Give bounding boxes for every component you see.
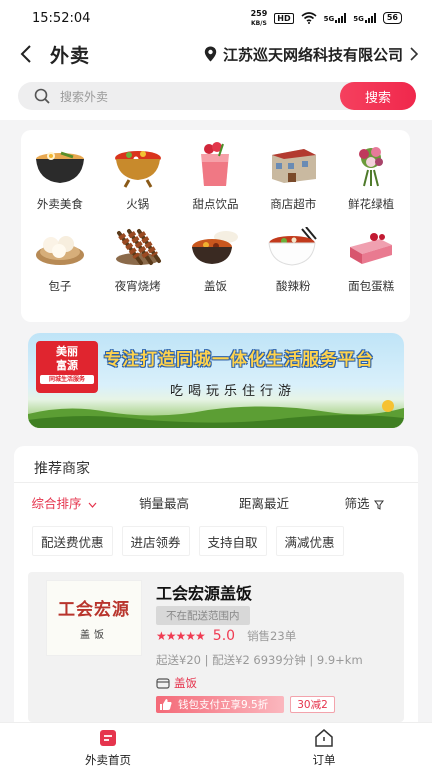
status-time: 15:52:04 xyxy=(32,10,91,26)
shop-category: 盖饭 xyxy=(156,675,197,691)
map-pin-icon xyxy=(204,46,217,62)
signal-1: 5G xyxy=(324,13,347,23)
shop-name: 工会宏源盖饭 xyxy=(156,584,253,603)
monthly-sales: 销售23单 xyxy=(247,629,297,643)
filter-chips: 配送费优惠 进店领券 支持自取 满减优惠 xyxy=(32,526,344,556)
hd-badge: HD xyxy=(274,12,294,24)
spicy-noodles-icon xyxy=(266,224,320,270)
location-selector[interactable]: 江苏巡天网络科技有限公司 xyxy=(204,44,418,65)
hotpot-icon xyxy=(111,142,165,188)
sort-tab-sales[interactable]: 销量最高 xyxy=(114,493,214,512)
rating-row: ★★★★★ 5.0 销售23单 xyxy=(156,628,296,644)
search-input[interactable]: 搜索外卖 搜索 xyxy=(18,82,416,110)
chip-full-reduction[interactable]: 满减优惠 xyxy=(275,526,344,556)
shop-card[interactable]: 工会宏源 盖饭 工会宏源盖饭 不在配送范围内 ★★★★★ 5.0 销售23单 起… xyxy=(28,572,404,722)
steamed-bun-icon xyxy=(33,224,87,270)
order-house-icon xyxy=(315,729,333,747)
banner-subtitle: 吃喝玩乐住行游 xyxy=(170,384,297,399)
home-doc-icon xyxy=(100,730,116,746)
category-label: 甜点饮品 xyxy=(192,197,239,211)
category-label: 夜宵烧烤 xyxy=(114,279,161,293)
category-item-flowers[interactable]: 鲜花绿植 xyxy=(332,142,410,212)
nav-orders[interactable]: 订单 xyxy=(216,723,432,768)
category-item-food[interactable]: 外卖美食 xyxy=(21,142,99,212)
chevron-down-icon xyxy=(88,502,96,508)
category-item-spicy-noodles[interactable]: 酸辣粉 xyxy=(254,224,332,294)
category-item-rice[interactable]: 盖饭 xyxy=(177,224,255,294)
status-bar: 15:52:04 259 KB/S HD 5G 5G 56 xyxy=(0,0,432,36)
category-item-bakery[interactable]: 面包蛋糕 xyxy=(332,224,410,294)
location-text: 江苏巡天网络科技有限公司 xyxy=(222,45,403,64)
search-icon xyxy=(34,88,50,104)
category-label: 酸辣粉 xyxy=(276,279,311,293)
chip-delivery-discount[interactable]: 配送费优惠 xyxy=(32,526,113,556)
chevron-right-icon xyxy=(410,47,418,61)
full-reduction-badge: 30减2 xyxy=(290,696,335,713)
category-item-buns[interactable]: 包子 xyxy=(21,224,99,294)
chip-coupon[interactable]: 进店领券 xyxy=(121,526,190,556)
app-header: 外卖 江苏巡天网络科技有限公司 xyxy=(0,36,432,72)
search-row: 搜索外卖 搜索 xyxy=(0,72,432,120)
banner-logo: 美丽 富源 同城生活服务 xyxy=(36,341,98,393)
page-title: 外卖 xyxy=(50,44,91,67)
signal-2: 5G xyxy=(353,13,376,23)
bottom-nav: 外卖首页 订单 xyxy=(0,722,432,768)
shop-logo-image: 工会宏源 盖饭 xyxy=(46,580,142,656)
flower-bouquet-icon xyxy=(344,142,398,188)
nav-takeout-home[interactable]: 外卖首页 xyxy=(0,723,216,768)
category-label: 鲜花绿植 xyxy=(348,197,395,211)
drink-cup-icon xyxy=(188,142,242,188)
promo-banner[interactable]: 美丽 富源 同城生活服务 专注打造同城一体化生活服务平台 吃喝玩乐住行游 xyxy=(28,333,404,428)
cake-icon xyxy=(344,224,398,270)
sort-tab-filter[interactable]: 筛选 xyxy=(314,493,414,512)
sort-tabs: 综合排序 销量最高 距离最近 筛选 xyxy=(14,493,418,512)
store-icon xyxy=(266,142,320,188)
section-title: 推荐商家 xyxy=(34,461,90,477)
signal-bars-icon xyxy=(335,13,347,23)
battery-icon: 56 xyxy=(382,12,402,24)
signal-bars-icon xyxy=(364,13,376,23)
status-indicators: 259 KB/S HD 5G 5G 56 xyxy=(251,9,402,28)
star-rating-icon: ★★★★★ xyxy=(156,629,206,643)
category-label: 包子 xyxy=(48,279,72,293)
net-speed: 259 KB/S xyxy=(250,8,268,27)
promo-row: 钱包支付立享9.5折 30减2 xyxy=(156,696,335,713)
delivery-range-tag: 不在配送范围内 xyxy=(156,606,250,625)
rice-pot-icon xyxy=(188,224,242,270)
divider xyxy=(14,482,418,483)
category-label: 火锅 xyxy=(126,197,150,211)
wallet-discount-badge: 钱包支付立享9.5折 xyxy=(156,696,285,713)
skewer-icon xyxy=(111,224,165,270)
search-placeholder: 搜索外卖 xyxy=(60,89,109,104)
category-item-bbq[interactable]: 夜宵烧烤 xyxy=(99,224,177,294)
chip-self-pickup[interactable]: 支持自取 xyxy=(198,526,267,556)
category-label: 盖饭 xyxy=(203,279,227,293)
banner-landscape xyxy=(28,400,404,428)
category-label: 商店超市 xyxy=(270,197,317,211)
category-label: 面包蛋糕 xyxy=(348,279,395,293)
category-grid: 外卖美食 火锅 甜点饮品 商店超市 鲜花绿植 包子 夜宵烧烤 盖饭 酸辣粉 面包… xyxy=(21,130,410,294)
category-label: 外卖美食 xyxy=(36,197,83,211)
search-button[interactable]: 搜索 xyxy=(340,82,416,110)
rating-score: 5.0 xyxy=(212,628,236,644)
wifi-icon xyxy=(301,12,317,24)
category-item-hotpot[interactable]: 火锅 xyxy=(99,142,177,212)
category-item-dessert[interactable]: 甜点饮品 xyxy=(177,142,255,212)
shop-icon xyxy=(156,677,170,689)
sort-tab-distance[interactable]: 距离最近 xyxy=(214,493,314,512)
category-card: 外卖美食 火锅 甜点饮品 商店超市 鲜花绿植 包子 夜宵烧烤 盖饭 酸辣粉 面包… xyxy=(21,130,410,322)
category-item-supermarket[interactable]: 商店超市 xyxy=(254,142,332,212)
filter-icon xyxy=(373,500,384,510)
sort-tab-default[interactable]: 综合排序 xyxy=(14,493,114,512)
delivery-info: 起送¥20 | 配送¥2 6939分钟 | 9.9+km xyxy=(156,653,363,667)
thumbs-up-icon xyxy=(160,699,172,710)
chevron-left-icon[interactable] xyxy=(14,42,38,66)
noodle-bowl-icon xyxy=(33,142,87,188)
banner-title: 专注打造同城一体化生活服务平台 xyxy=(104,350,374,370)
